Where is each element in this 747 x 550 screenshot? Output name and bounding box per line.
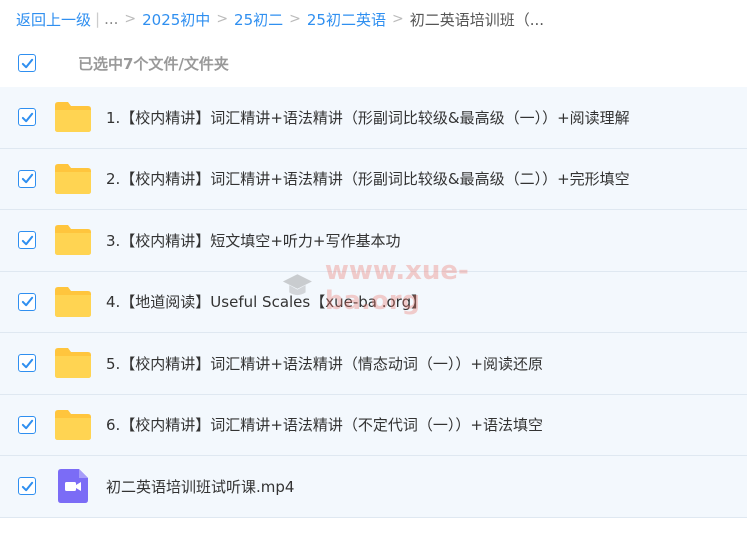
folder-icon	[54, 101, 92, 133]
file-name[interactable]: 3.【校内精讲】短文填空+听力+写作基本功	[106, 230, 400, 251]
check-icon	[21, 58, 33, 68]
folder-icon	[54, 409, 92, 441]
check-icon	[21, 174, 33, 184]
select-all-checkbox[interactable]	[18, 54, 36, 72]
file-name[interactable]: 初二英语培训班试听课.mp4	[106, 476, 294, 497]
check-icon	[21, 235, 33, 245]
row-checkbox[interactable]	[18, 169, 36, 188]
file-name[interactable]: 4.【地道阅读】Useful Scales【xue-ba .org】	[106, 291, 426, 312]
breadcrumb-item-2025[interactable]: 2025初中	[142, 9, 210, 30]
folder-icon	[54, 286, 92, 318]
video-file-icon	[54, 469, 92, 504]
row-checkbox[interactable]	[18, 477, 36, 496]
file-name[interactable]: 2.【校内精讲】词汇精讲+语法精讲（形副词比较级&最高级（二））+完形填空	[106, 168, 630, 189]
breadcrumb-separator: >	[216, 11, 229, 27]
file-row[interactable]: 6.【校内精讲】词汇精讲+语法精讲（不定代词（一））+语法填空	[0, 394, 747, 456]
breadcrumb-separator: >	[124, 11, 137, 27]
file-name[interactable]: 5.【校内精讲】词汇精讲+语法精讲（情态动词（一））+阅读还原	[106, 353, 543, 374]
breadcrumb-pipe: |	[95, 10, 101, 28]
selection-bar: 已选中7个文件/文件夹	[0, 44, 747, 82]
row-checkbox[interactable]	[18, 292, 36, 311]
file-row[interactable]: 3.【校内精讲】短文填空+听力+写作基本功	[0, 210, 747, 272]
row-checkbox[interactable]	[18, 231, 36, 250]
breadcrumb-ellipsis[interactable]: ...	[104, 10, 118, 28]
back-link[interactable]: 返回上一级	[16, 9, 91, 30]
check-icon	[21, 420, 33, 430]
row-checkbox[interactable]	[18, 354, 36, 373]
file-name[interactable]: 6.【校内精讲】词汇精讲+语法精讲（不定代词（一））+语法填空	[106, 414, 543, 435]
check-icon	[21, 358, 33, 368]
file-row[interactable]: 初二英语培训班试听课.mp4	[0, 456, 747, 518]
breadcrumb-current: 初二英语培训班（...	[409, 10, 545, 29]
breadcrumb: 返回上一级 | ... > 2025初中 > 25初二 > 25初二英语 > 初…	[16, 8, 544, 30]
file-list: 1.【校内精讲】词汇精讲+语法精讲（形副词比较级&最高级（一））+阅读理解 2.…	[0, 87, 747, 518]
check-icon	[21, 297, 33, 307]
selection-count-text: 已选中7个文件/文件夹	[78, 54, 229, 73]
row-checkbox[interactable]	[18, 415, 36, 434]
file-row[interactable]: 1.【校内精讲】词汇精讲+语法精讲（形副词比较级&最高级（一））+阅读理解	[0, 87, 747, 149]
check-icon	[21, 481, 33, 491]
file-row[interactable]: 5.【校内精讲】词汇精讲+语法精讲（情态动词（一））+阅读还原	[0, 333, 747, 395]
breadcrumb-separator: >	[391, 11, 404, 27]
folder-icon	[54, 163, 92, 195]
folder-icon	[54, 224, 92, 256]
file-name[interactable]: 1.【校内精讲】词汇精讲+语法精讲（形副词比较级&最高级（一））+阅读理解	[106, 107, 630, 128]
breadcrumb-item-english[interactable]: 25初二英语	[307, 9, 386, 30]
check-icon	[21, 112, 33, 122]
folder-icon	[54, 347, 92, 379]
row-checkbox[interactable]	[18, 108, 36, 127]
file-row[interactable]: 4.【地道阅读】Useful Scales【xue-ba .org】	[0, 271, 747, 333]
breadcrumb-separator: >	[289, 11, 301, 27]
breadcrumb-item-25chuer[interactable]: 25初二	[234, 9, 283, 30]
file-row[interactable]: 2.【校内精讲】词汇精讲+语法精讲（形副词比较级&最高级（二））+完形填空	[0, 148, 747, 210]
